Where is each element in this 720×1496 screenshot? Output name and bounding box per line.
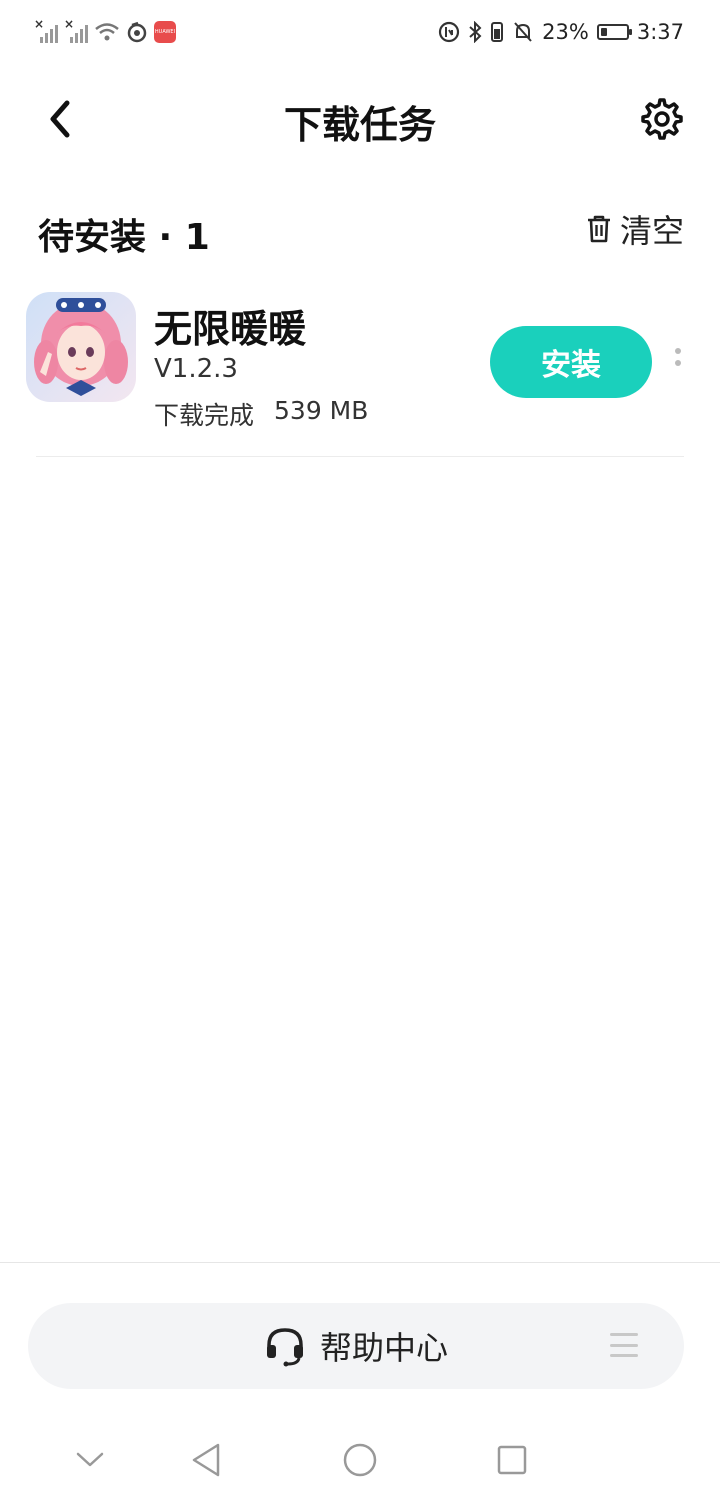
- help-center-label: 帮助中心: [319, 1329, 448, 1367]
- recents-square-icon: [497, 1445, 527, 1475]
- page-title: 下载任务: [283, 103, 436, 147]
- data-saver-icon: [439, 21, 460, 43]
- signal-icon: ×: [34, 17, 58, 43]
- list-item: 无限暖暖 V1.2.3 下载完成 539 MB 安装: [26, 292, 688, 430]
- wifi-icon: [95, 23, 119, 41]
- bottom-divider: [0, 1262, 720, 1263]
- clock: 3:37: [636, 20, 684, 44]
- more-options-button[interactable]: [668, 348, 688, 378]
- bluetooth-icon: [469, 21, 482, 43]
- battery-icon: [596, 24, 632, 40]
- collapse-icon: [76, 1452, 104, 1467]
- app-character-icon: [26, 292, 136, 402]
- back-triangle-icon: [192, 1443, 220, 1477]
- vibrate-icon: [491, 22, 504, 42]
- app-version: V1.2.3: [154, 354, 238, 384]
- trash-icon: [587, 215, 610, 243]
- signal-icon: ×: [64, 17, 88, 43]
- pending-install-heading: 待安装 · 1: [38, 217, 210, 258]
- file-size: 539 MB: [274, 396, 369, 425]
- status-text: 下载完成: [154, 401, 255, 430]
- clear-button[interactable]: 清空: [586, 206, 684, 252]
- nav-collapse-button[interactable]: [68, 1438, 112, 1482]
- header: 下载任务: [0, 74, 720, 164]
- status-bar-right: 23% 3:37: [438, 18, 684, 46]
- download-status: 下载完成 539 MB: [154, 396, 368, 432]
- status-bar: × × HUAWEI 23% 3:37: [0, 0, 720, 64]
- menu-icon[interactable]: [610, 1333, 638, 1357]
- nav-home-button[interactable]: [338, 1438, 382, 1482]
- app-notification-icon: [127, 21, 147, 43]
- list-divider: [36, 456, 684, 457]
- help-center-button[interactable]: 帮助中心: [28, 1303, 684, 1389]
- nav-back-button[interactable]: [184, 1438, 228, 1482]
- system-nav-bar: [0, 1420, 720, 1496]
- install-button[interactable]: 安装: [490, 326, 652, 398]
- more-dot: [675, 348, 681, 354]
- mute-icon: [514, 22, 532, 42]
- huawei-badge-icon: HUAWEI: [154, 21, 176, 43]
- headset-icon: [266, 1328, 303, 1367]
- more-dot: [675, 360, 681, 366]
- settings-button[interactable]: [632, 92, 692, 146]
- app-name: 无限暖暖: [154, 307, 307, 351]
- nav-recents-button[interactable]: [490, 1438, 534, 1482]
- home-circle-icon: [343, 1443, 377, 1477]
- status-bar-left: × × HUAWEI: [34, 17, 176, 46]
- help-center-bar[interactable]: 帮助中心: [28, 1303, 684, 1389]
- clear-label: 清空: [619, 212, 684, 250]
- battery-percent: 23%: [542, 20, 589, 44]
- app-icon[interactable]: [26, 292, 136, 402]
- gear-icon: [641, 98, 683, 140]
